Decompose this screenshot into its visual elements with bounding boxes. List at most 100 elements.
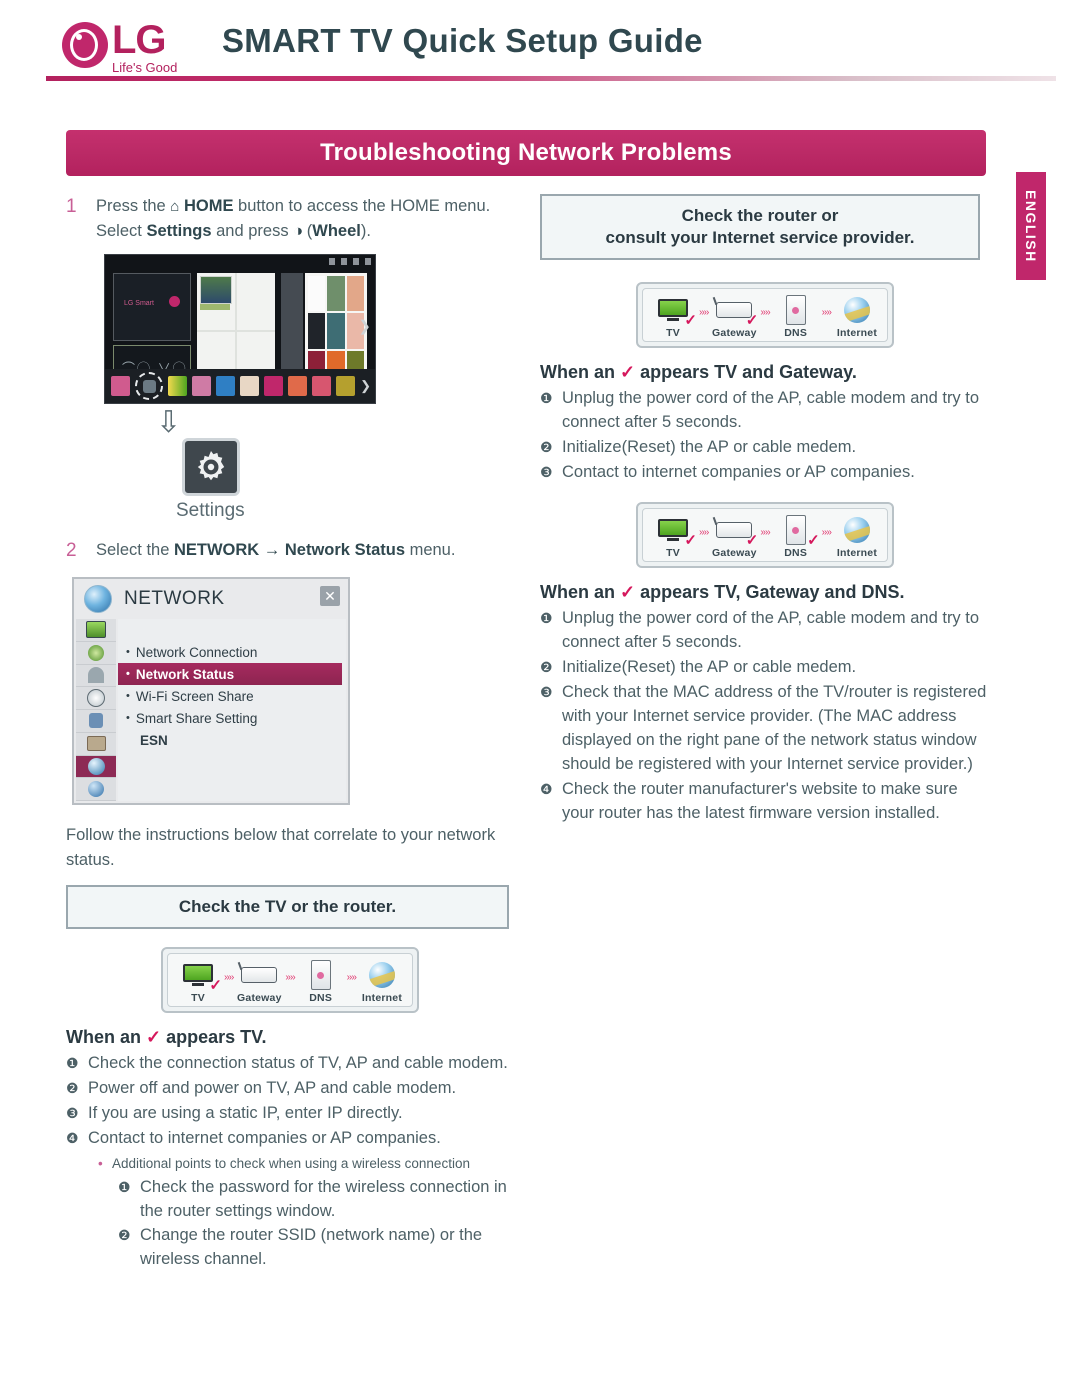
list-marker: ❷ [66, 1080, 79, 1096]
chain-node-internet: Internet [831, 515, 883, 559]
when-head-post: appears TV and Gateway. [635, 362, 857, 382]
language-tab-english: ENGLISH [1016, 172, 1046, 280]
list-item-text: Check the connection status of TV, AP an… [88, 1054, 508, 1072]
dock-icon-6 [264, 376, 284, 396]
dock-selected-indicator [135, 372, 164, 400]
sidebar-item-time[interactable] [76, 687, 116, 710]
step-1-text-d: ( [302, 222, 313, 240]
sidebar-item-support[interactable] [76, 778, 116, 801]
step-2-text-b: menu. [405, 541, 456, 559]
network-menu-item-label: Network Status [135, 666, 235, 682]
list-marker: ❷ [540, 439, 553, 455]
chain-link-icon: ›››› [699, 306, 709, 318]
page-header: LG Life's Good SMART TV Quick Setup Guid… [0, 0, 1080, 88]
dock-icon-5 [240, 376, 260, 396]
chain-node-internet: Internet [356, 960, 408, 1004]
dns-server-icon: ✓ [770, 515, 822, 548]
step-1-bold-home: HOME [183, 197, 234, 215]
settings-label: Settings [176, 500, 245, 521]
header-divider [46, 76, 1056, 81]
sidebar-item-channel[interactable] [76, 665, 116, 688]
chain-node-gateway: ✓ Gateway [708, 295, 760, 339]
wireless-instruction-list: ❶ Check the password for the wireless con… [66, 1175, 514, 1271]
step-2: 2 Select the NETWORK → Network Status me… [66, 538, 514, 563]
wheel-icon: ◑ [293, 222, 303, 240]
list-item-text: Check the router manufacturer's website … [562, 780, 958, 822]
list-marker: ❶ [118, 1179, 131, 1195]
network-menu-sidebar [76, 619, 116, 801]
check-icon: ✓ [745, 532, 759, 549]
tv-card-smart-label: LG Smart [124, 300, 154, 307]
network-menu-header: NETWORK [74, 579, 348, 619]
network-menu-list: • Network Connection • Network Status • Wi-… [118, 619, 346, 801]
check-icon: ✓ [745, 312, 759, 329]
chain-node-label: Internet [836, 327, 878, 339]
dock-icon-7 [288, 376, 308, 396]
tv-card-smart: LG Smart [113, 273, 191, 341]
audio-icon [88, 644, 104, 661]
check-icon: ✓ [684, 532, 697, 549]
dock-icon-3 [192, 376, 212, 396]
dock-icon-1 [111, 376, 131, 396]
list-marker: ❷ [118, 1227, 131, 1243]
list-marker: ❸ [540, 464, 553, 480]
language-tab-label: ENGLISH [1023, 189, 1039, 263]
step-2-arrow: → [259, 541, 285, 559]
list-marker: ❶ [540, 610, 553, 626]
list-item-text: Initialize(Reset) the AP or cable medem. [562, 438, 857, 456]
list-item: ❶ Unplug the power cord of the AP, cable … [540, 386, 990, 434]
bullet-icon: • [126, 646, 130, 658]
list-item-text: Unplug the power cord of the AP, cable m… [562, 389, 980, 431]
router-icon [233, 960, 285, 990]
tv-status-icons [329, 258, 371, 265]
lg-logo: LG Life's Good [62, 20, 177, 75]
chain-node-dns: DNS [295, 960, 347, 1004]
sidebar-item-network[interactable] [76, 755, 116, 779]
network-menu-item[interactable]: • Network Connection [118, 641, 346, 663]
down-arrow-icon: ⇩ [156, 406, 182, 439]
list-item-text: Check the password for the wireless conn… [140, 1178, 507, 1220]
step-1-bold-settings: Settings [146, 222, 212, 240]
step-1-bold-wheel: Wheel [312, 222, 361, 240]
sidebar-item-option[interactable] [76, 733, 116, 756]
network-menu-item[interactable]: • Wi-Fi Screen Share [118, 685, 346, 707]
list-item: ❷ Power off and power on TV, AP and cable… [66, 1076, 514, 1100]
tv-card-apps-shelf [200, 304, 230, 310]
step-2-bold-network: NETWORK [173, 541, 260, 559]
list-marker: ❷ [540, 659, 553, 675]
close-icon[interactable]: ✕ [320, 586, 340, 606]
follow-instructions-text: Follow the instructions below that corre… [66, 826, 496, 869]
list-item-text: Check that the MAC address of the TV/rou… [562, 683, 987, 773]
lg-face-icon [62, 22, 108, 68]
network-menu-item[interactable]: • Smart Share Setting [118, 707, 346, 729]
sidebar-item-picture[interactable] [76, 619, 116, 642]
step-2-text-a: Select the [96, 541, 174, 559]
sidebar-item-lock[interactable] [76, 710, 116, 733]
step-1-text: Press the ⌂ HOME button to access the HO… [96, 194, 514, 244]
tv-next-arrow-icon: ❯ [358, 318, 371, 335]
check-icon: ✓ [620, 362, 636, 382]
check-icon: ✓ [684, 312, 697, 329]
sidebar-item-audio[interactable] [76, 642, 116, 665]
tv-icon: ✓ [647, 295, 699, 329]
dns-server-icon [770, 295, 822, 325]
dock-icon-9 [336, 376, 356, 396]
network-menu-item-esn[interactable]: ESN [118, 729, 346, 751]
chain-node-dns: DNS [770, 295, 822, 339]
step-1-text-e: ). [360, 222, 371, 240]
list-item: ❸ Check that the MAC address of the TV/ro… [540, 680, 990, 776]
check-icon: ✓ [146, 1027, 162, 1047]
network-chain-diagram-2: ✓ TV ›››› ✓ Gateway ›››› DNS ›››› Intern… [636, 282, 894, 348]
check-icon: ✓ [620, 582, 636, 602]
bullet-icon: • [126, 712, 130, 724]
chain-node-label: DNS [784, 327, 808, 339]
step-1-text-c: and press [211, 222, 294, 240]
list-item: ❶ Check the connection status of TV, AP a… [66, 1051, 514, 1075]
chain-node-label: Internet [836, 547, 878, 559]
chain-node-tv: ✓ TV [172, 960, 224, 1004]
list-marker: ❶ [66, 1055, 79, 1071]
chain-link-icon: ›››› [760, 526, 770, 538]
briefcase-icon [86, 736, 106, 752]
network-menu-item-selected[interactable]: • Network Status [118, 663, 342, 685]
right-instruction-list-2: ❶ Unplug the power cord of the AP, cable … [540, 606, 990, 825]
